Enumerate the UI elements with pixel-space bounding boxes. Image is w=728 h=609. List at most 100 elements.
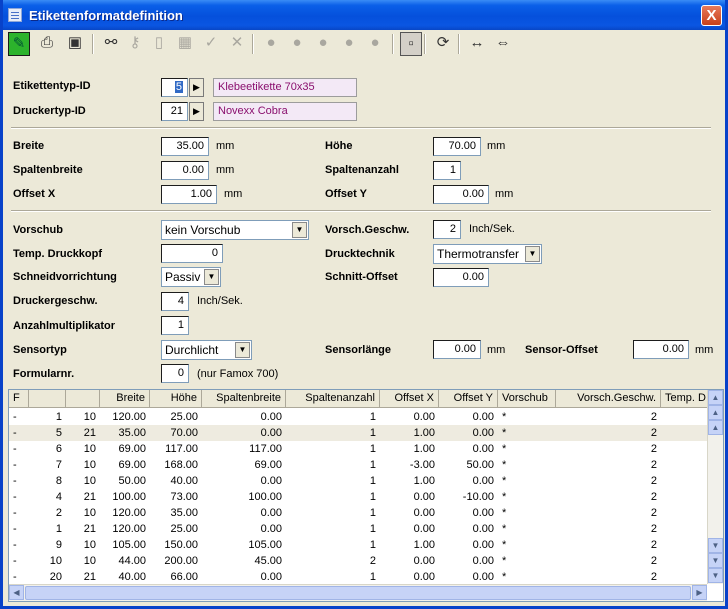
offset-x-input[interactable]: 1.00	[161, 185, 217, 204]
scroll-page-down-icon[interactable]: ▼	[708, 553, 723, 568]
table-cell: -	[13, 475, 17, 487]
close-button[interactable]: X	[701, 5, 722, 26]
scroll-page-up-icon[interactable]: ▲	[708, 405, 723, 420]
horizontal-scroll-thumb[interactable]	[25, 586, 691, 600]
table-row[interactable]: - 8 10 50.00 40.00 0.00 1 1.00 0.00 * 2	[9, 473, 709, 489]
druckergeschw-label: Druckergeschw.	[13, 295, 98, 307]
toolbar-separator	[92, 34, 94, 54]
check-icon[interactable]: ✓	[200, 32, 222, 56]
table-row[interactable]: - 20 21 40.00 66.00 0.00 1 0.00 0.00 * 2	[9, 569, 709, 585]
table-cell: 105.00	[248, 539, 282, 551]
toolbar-separator	[392, 34, 394, 54]
table-cell: 120.00	[112, 507, 146, 519]
druckertyp-lookup-button[interactable]: ▶	[189, 102, 204, 121]
vorsch-geschw-input[interactable]: 2	[433, 220, 461, 239]
table-cell: 7	[55, 459, 62, 471]
delete-icon[interactable]: ✕	[226, 32, 248, 56]
schneidvorrichtung-dropdown[interactable]: Passiv ▼	[161, 267, 221, 287]
column-header[interactable]: Vorschub	[498, 390, 556, 408]
table-row[interactable]: - 7 10 69.00 168.00 69.00 1 -3.00 50.00 * 2	[9, 457, 709, 473]
sensor-offset-input[interactable]: 0.00	[633, 340, 689, 359]
drucktechnik-label: Drucktechnik	[325, 248, 395, 260]
spaltenbreite-input[interactable]: 0.00	[161, 161, 209, 180]
temp-druckkopf-label: Temp. Druckkopf	[13, 248, 103, 260]
breite-input[interactable]: 35.00	[161, 137, 209, 156]
scroll-down-icon[interactable]: ▼	[708, 538, 723, 553]
bomb-icon-5[interactable]: ●	[364, 32, 386, 56]
fit-columns-icon[interactable]: ⇔	[492, 32, 514, 56]
data-grid[interactable]: F Breite Höhe Spaltenbreite Spaltenanzahl Off…	[8, 389, 724, 602]
table-cell: 25.00	[170, 523, 198, 535]
table-cell: 0.00	[260, 411, 282, 423]
table-cell: 10	[83, 459, 96, 471]
table-row[interactable]: - 6 10 69.00 117.00 117.00 1 1.00 0.00 * 2	[9, 441, 709, 457]
bomb-icon-4[interactable]: ●	[338, 32, 360, 56]
sensortyp-dropdown[interactable]: Durchlicht ▼	[161, 340, 252, 360]
column-header[interactable]	[66, 390, 100, 408]
horizontal-scrollbar[interactable]: ◀ ▶	[9, 584, 707, 601]
chevron-down-icon[interactable]: ▼	[235, 342, 250, 358]
edit-pencil-icon[interactable]: ✎	[8, 32, 30, 56]
column-header[interactable]: Vorsch.Geschw.	[556, 390, 661, 408]
table-cell: -10.00	[462, 491, 494, 503]
copy-icon[interactable]: ▦	[174, 32, 196, 56]
sensorlaenge-input[interactable]: 0.00	[433, 340, 481, 359]
table-row[interactable]: - 4 21 100.00 73.00 100.00 1 0.00 -10.00 * 2	[9, 489, 709, 505]
scroll-right-icon[interactable]: ▶	[692, 585, 707, 600]
binoculars-icon[interactable]: ⚯	[100, 32, 122, 56]
etikettentyp-lookup-button[interactable]: ▶	[189, 78, 204, 97]
scroll-bottom-icon[interactable]: ▼	[708, 568, 723, 583]
schnitt-offset-input[interactable]: 0.00	[433, 268, 489, 287]
column-header[interactable]: Höhe	[150, 390, 202, 408]
scroll-up-icon[interactable]: ▲	[708, 420, 723, 435]
vorschub-dropdown[interactable]: kein Vorschub ▼	[161, 220, 309, 240]
bomb-icon-3[interactable]: ●	[312, 32, 334, 56]
column-header[interactable]: Offset Y	[439, 390, 498, 408]
hoehe-input[interactable]: 70.00	[433, 137, 481, 156]
refresh-icon[interactable]: ⟳	[432, 32, 454, 56]
table-cell: 10	[83, 443, 96, 455]
bomb-icon-1[interactable]: ●	[260, 32, 282, 56]
drucktechnik-dropdown[interactable]: Thermotransfer ▼	[433, 244, 542, 264]
formularnr-input[interactable]: 0	[161, 364, 189, 383]
druckertyp-id-input[interactable]: 21	[161, 102, 188, 121]
window-icon[interactable]: ▫	[400, 32, 422, 56]
window-app-icon	[8, 8, 22, 22]
save-icon[interactable]: ▣	[64, 32, 86, 56]
table-row[interactable]: - 5 21 35.00 70.00 0.00 1 1.00 0.00 * 2	[9, 425, 709, 441]
bomb-icon-2[interactable]: ●	[286, 32, 308, 56]
new-document-icon[interactable]: ▯	[148, 32, 170, 56]
table-row[interactable]: - 1 10 120.00 25.00 0.00 1 0.00 0.00 * 2	[9, 409, 709, 425]
table-cell: 10	[83, 507, 96, 519]
chevron-down-icon[interactable]: ▼	[204, 269, 219, 285]
etikettentyp-id-input[interactable]: 5	[161, 78, 188, 97]
chevron-down-icon[interactable]: ▼	[525, 246, 540, 262]
anzahlmultiplikator-label: Anzahlmultiplikator	[13, 320, 116, 332]
breite-label: Breite	[13, 140, 45, 152]
column-width-icon[interactable]: ↔	[466, 32, 488, 56]
offset-y-input[interactable]: 0.00	[433, 185, 489, 204]
table-row[interactable]: - 9 10 105.00 150.00 105.00 1 1.00 0.00 * 2	[9, 537, 709, 553]
temp-druckkopf-input[interactable]: 0	[161, 244, 223, 263]
spaltenanzahl-input[interactable]: 1	[433, 161, 461, 180]
column-header[interactable]: Breite	[100, 390, 150, 408]
column-header[interactable]: Spaltenanzahl	[286, 390, 380, 408]
column-header[interactable]	[29, 390, 66, 408]
chevron-down-icon[interactable]: ▼	[292, 222, 307, 238]
druckergeschw-input[interactable]: 4	[161, 292, 189, 311]
scroll-left-icon[interactable]: ◀	[9, 585, 24, 600]
print-icon[interactable]: ⎙	[36, 32, 58, 56]
scroll-top-icon[interactable]: ▲	[708, 390, 723, 405]
anzahlmultiplikator-input[interactable]: 1	[161, 316, 189, 335]
table-row[interactable]: - 1 21 120.00 25.00 0.00 1 0.00 0.00 * 2	[9, 521, 709, 537]
table-cell: 50.00	[118, 475, 146, 487]
column-header[interactable]: F	[9, 390, 29, 408]
vertical-scrollbar[interactable]: ▲ ▲ ▲ ▼ ▼ ▼	[707, 390, 723, 584]
key-icon[interactable]: ⚷	[124, 32, 146, 56]
title-bar[interactable]: Etikettenformatdefinition X	[3, 0, 725, 30]
table-cell: 25.00	[170, 411, 198, 423]
column-header[interactable]: Spaltenbreite	[202, 390, 286, 408]
table-row[interactable]: - 10 10 44.00 200.00 45.00 2 0.00 0.00 * 2	[9, 553, 709, 569]
column-header[interactable]: Offset X	[380, 390, 439, 408]
table-row[interactable]: - 2 10 120.00 35.00 0.00 1 0.00 0.00 * 2	[9, 505, 709, 521]
